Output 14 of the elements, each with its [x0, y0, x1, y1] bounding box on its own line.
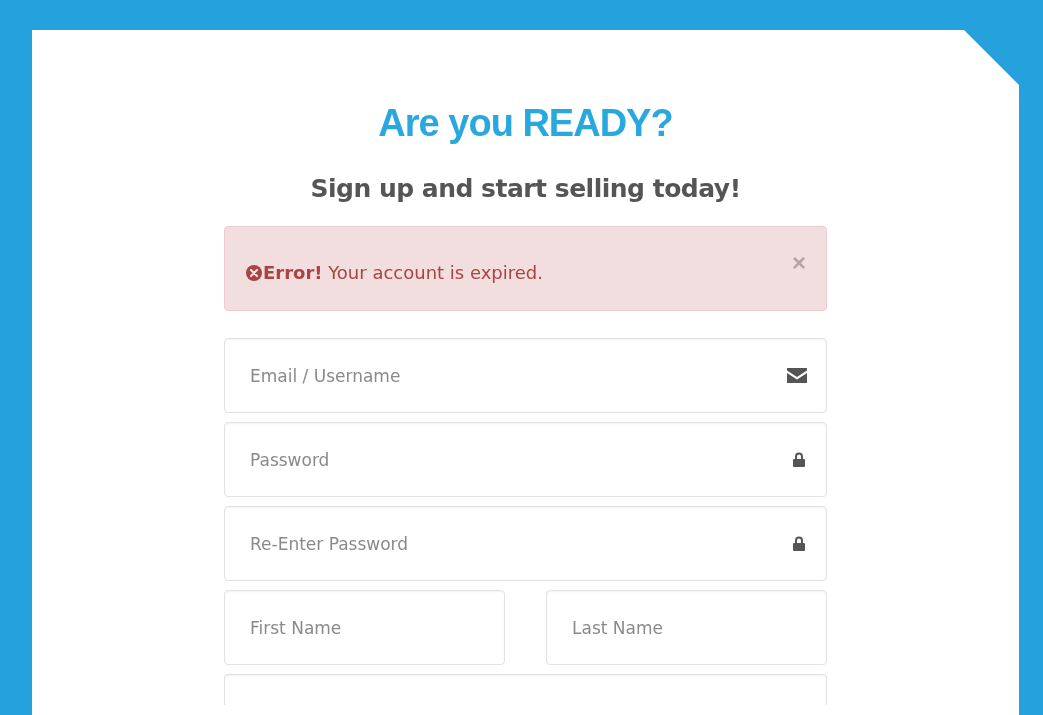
page-subheading: Sign up and start selling today!	[309, 173, 742, 205]
page-heading: Are you READY?	[377, 101, 674, 146]
envelope-icon	[787, 368, 807, 383]
lock-icon	[793, 452, 805, 467]
input-field[interactable]: Email / Username	[224, 338, 827, 413]
close-button[interactable]: ×	[792, 250, 806, 275]
input-field[interactable]: Password	[224, 422, 827, 497]
error-x-icon	[246, 264, 262, 281]
alert-message: Error! Your account is expired.	[263, 262, 543, 283]
input-field[interactable]	[224, 674, 827, 705]
input-field[interactable]: First Name	[224, 590, 505, 665]
lock-icon	[793, 536, 805, 551]
input-field[interactable]: Last Name	[546, 590, 827, 665]
input-field[interactable]: Re-Enter Password	[224, 506, 827, 581]
